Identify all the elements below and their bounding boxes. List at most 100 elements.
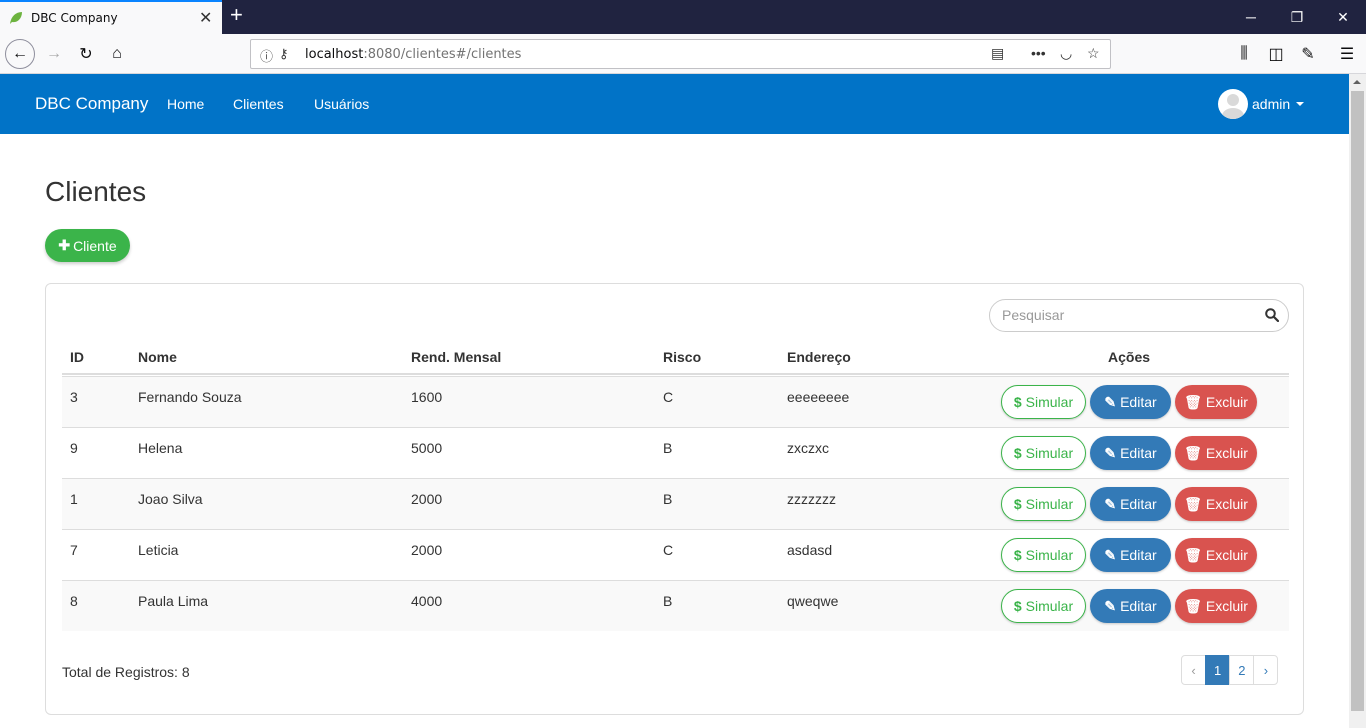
browser-tab[interactable]: DBC Company ✕ bbox=[0, 0, 222, 34]
simular-button[interactable]: $ Simular bbox=[1001, 385, 1086, 419]
col-nome[interactable]: Nome bbox=[138, 349, 177, 365]
simular-button[interactable]: $ Simular bbox=[1001, 487, 1086, 521]
reload-icon[interactable]: ↻ bbox=[72, 40, 100, 68]
scroll-thumb[interactable] bbox=[1351, 91, 1364, 711]
close-tab-icon[interactable]: ✕ bbox=[199, 8, 212, 28]
search-input[interactable] bbox=[1002, 307, 1252, 323]
cell-endereco: eeeeeeee bbox=[787, 389, 850, 405]
row-actions: $ Simular ✎ Editar 🗑 Excluir bbox=[1001, 487, 1257, 521]
editar-button-label: Editar bbox=[1120, 598, 1157, 614]
editar-button[interactable]: ✎ Editar bbox=[1090, 385, 1171, 419]
col-risco[interactable]: Risco bbox=[663, 349, 701, 365]
dollar-icon: $ bbox=[1013, 394, 1022, 410]
page-scrollbar[interactable] bbox=[1349, 74, 1366, 728]
search-icon[interactable] bbox=[1265, 308, 1279, 322]
cell-risco: C bbox=[663, 389, 674, 405]
editar-button[interactable]: ✎ Editar bbox=[1090, 487, 1171, 521]
excluir-button[interactable]: 🗑 Excluir bbox=[1175, 538, 1257, 572]
editar-button-label: Editar bbox=[1120, 445, 1157, 461]
restore-icon[interactable]: ❐ bbox=[1274, 0, 1320, 34]
col-endereco[interactable]: Endereço bbox=[787, 349, 851, 365]
url-bar[interactable]: ⓘ ⚷ localhost:8080/clientes#/clientes ▤ … bbox=[250, 39, 1111, 69]
excluir-button-label: Excluir bbox=[1205, 598, 1248, 614]
simular-button-label: Simular bbox=[1025, 598, 1074, 614]
key-icon[interactable]: ⚷ bbox=[279, 46, 289, 62]
dollar-icon: $ bbox=[1013, 547, 1022, 563]
excluir-button[interactable]: 🗑 Excluir bbox=[1175, 589, 1257, 623]
info-icon[interactable]: ⓘ bbox=[260, 46, 273, 65]
editar-button[interactable]: ✎ Editar bbox=[1090, 538, 1171, 572]
cell-nome: Paula Lima bbox=[138, 593, 209, 609]
table-row: 3 Fernando Souza 1600 Ceeeeeeee $ Simular ✎ Edi… bbox=[62, 376, 1289, 427]
cell-endereco: zzzzzzz bbox=[787, 491, 836, 507]
home-icon[interactable]: ⌂ bbox=[103, 40, 131, 68]
col-rend[interactable]: Rend. Mensal bbox=[411, 349, 501, 365]
scroll-up-icon[interactable] bbox=[1353, 80, 1361, 84]
editar-button[interactable]: ✎ Editar bbox=[1090, 589, 1171, 623]
table-row: 8 Paula Lima 4000 Bqweqwe $ Simular ✎ Editar 🗑 Ex… bbox=[62, 580, 1289, 631]
eyedropper-icon[interactable]: ✎ bbox=[1294, 40, 1322, 68]
excluir-button[interactable]: 🗑 Excluir bbox=[1175, 385, 1257, 419]
cell-endereco: zxczxc bbox=[787, 440, 829, 456]
user-menu[interactable]: admin bbox=[1218, 89, 1305, 119]
pagination: ‹ 1 2 › bbox=[1181, 655, 1279, 685]
browser-toolbar: ← → ↻ ⌂ ⓘ ⚷ localhost:8080/clientes#/cli… bbox=[0, 34, 1366, 74]
page-next[interactable]: › bbox=[1253, 655, 1279, 685]
cell-id: 1 bbox=[70, 491, 78, 507]
cell-id: 7 bbox=[70, 542, 78, 558]
page-1[interactable]: 1 bbox=[1205, 655, 1231, 685]
user-name: admin bbox=[1252, 96, 1291, 112]
forward-icon[interactable]: → bbox=[40, 40, 68, 68]
editar-button[interactable]: ✎ Editar bbox=[1090, 436, 1171, 470]
nav-clientes[interactable]: Clientes bbox=[233, 96, 284, 112]
page-title: Clientes bbox=[45, 176, 147, 207]
simular-button[interactable]: $ Simular bbox=[1001, 589, 1086, 623]
col-id[interactable]: ID bbox=[70, 349, 84, 365]
cell-risco: B bbox=[663, 440, 673, 456]
table-row: 9 Helena 5000 Bzxczxc $ Simular ✎ Editar 🗑 Exclui… bbox=[62, 427, 1289, 478]
nav-home[interactable]: Home bbox=[167, 96, 204, 112]
window-close-icon[interactable]: ✕ bbox=[1320, 0, 1366, 34]
pocket-icon[interactable]: ◡ bbox=[1060, 45, 1072, 62]
excluir-button-label: Excluir bbox=[1205, 547, 1248, 563]
excluir-button[interactable]: 🗑 Excluir bbox=[1175, 487, 1257, 521]
edit-icon: ✎ bbox=[1104, 546, 1117, 563]
cell-nome: Leticia bbox=[138, 542, 179, 558]
edit-icon: ✎ bbox=[1104, 393, 1117, 410]
simular-button-label: Simular bbox=[1025, 394, 1074, 410]
page-prev[interactable]: ‹ bbox=[1181, 655, 1206, 685]
dollar-icon: $ bbox=[1013, 445, 1022, 461]
search-box[interactable] bbox=[989, 299, 1289, 332]
trash-icon: 🗑 bbox=[1184, 495, 1202, 512]
cell-nome: Fernando Souza bbox=[138, 389, 242, 405]
avatar bbox=[1218, 89, 1248, 119]
page-2[interactable]: 2 bbox=[1229, 655, 1255, 685]
back-icon[interactable]: ← bbox=[5, 39, 35, 69]
new-tab-icon[interactable]: + bbox=[230, 4, 243, 26]
cell-nome: Joao Silva bbox=[138, 491, 203, 507]
table-header: ID Nome Rend. Mensal Risco Endereço Açõe… bbox=[62, 344, 1289, 375]
excluir-button[interactable]: 🗑 Excluir bbox=[1175, 436, 1257, 470]
sidebar-icon[interactable]: ◫ bbox=[1262, 40, 1290, 68]
app-navbar: DBC Company Home Clientes Usuários admin bbox=[0, 74, 1349, 134]
simular-button[interactable]: $ Simular bbox=[1001, 538, 1086, 572]
nav-usuarios[interactable]: Usuários bbox=[314, 96, 369, 112]
more-actions-icon[interactable]: ••• bbox=[1031, 45, 1046, 61]
cell-id: 3 bbox=[70, 389, 78, 405]
add-cliente-button[interactable]: ✚ Cliente bbox=[45, 229, 130, 262]
simular-button[interactable]: $ Simular bbox=[1001, 436, 1086, 470]
brand-link[interactable]: DBC Company bbox=[35, 94, 148, 114]
reader-view-icon[interactable]: ▤ bbox=[991, 45, 1004, 62]
cell-nome: Helena bbox=[138, 440, 183, 456]
cell-rend: 2000 bbox=[411, 542, 443, 558]
menu-icon[interactable]: ☰ bbox=[1333, 40, 1361, 68]
url-text[interactable]: localhost:8080/clientes#/clientes bbox=[305, 47, 521, 62]
bookmark-star-icon[interactable]: ☆ bbox=[1087, 45, 1100, 62]
cell-id: 9 bbox=[70, 440, 78, 456]
library-icon[interactable]: ⫼ bbox=[1230, 40, 1258, 68]
add-cliente-label: Cliente bbox=[73, 237, 117, 254]
trash-icon: 🗑 bbox=[1184, 597, 1202, 614]
minimize-icon[interactable]: ─ bbox=[1228, 0, 1274, 34]
simular-button-label: Simular bbox=[1025, 547, 1074, 563]
caret-down-icon bbox=[1296, 102, 1305, 106]
